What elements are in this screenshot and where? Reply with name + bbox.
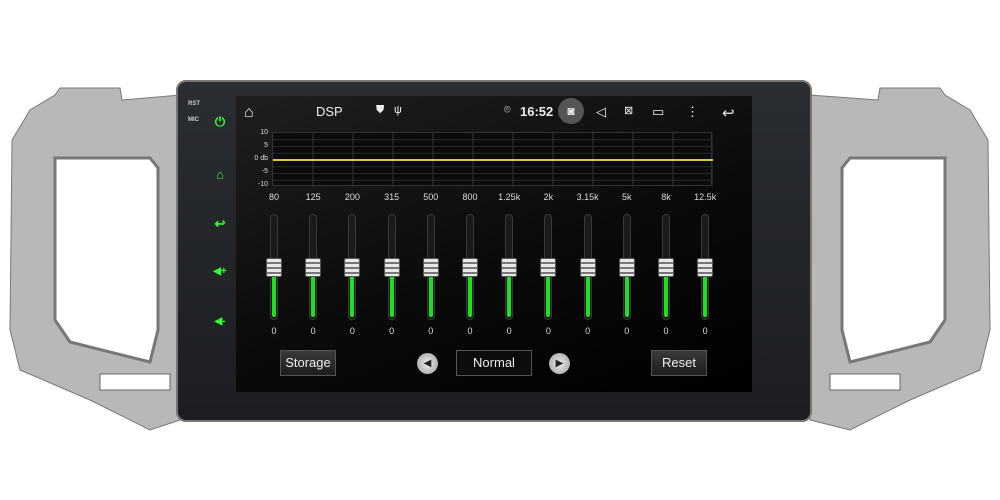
band-freq-label: 500	[423, 192, 439, 202]
slider-knob[interactable]	[658, 258, 674, 277]
band-value: 0	[310, 326, 316, 336]
slider-knob[interactable]	[618, 258, 635, 277]
band-freq-label: 1.25k	[498, 192, 521, 202]
prev-preset-button[interactable]: ◀	[417, 353, 438, 374]
volume-up-icon[interactable]: ◀+	[212, 264, 228, 280]
band-freq-label: 800	[462, 192, 478, 202]
screen-icon[interactable]: ⊠	[624, 104, 633, 117]
band-value: 0	[271, 326, 277, 336]
clock: 16:52	[520, 104, 554, 119]
band-freq-label: 125	[305, 192, 321, 202]
y-label: -10	[257, 181, 268, 188]
next-preset-button[interactable]: ▶	[549, 353, 570, 374]
slider-knob[interactable]	[579, 258, 596, 277]
slider-knob[interactable]	[540, 258, 557, 277]
band-freq-label: 12.5k	[694, 192, 717, 202]
camera-icon[interactable]: ◙	[558, 98, 584, 124]
volume-down-icon[interactable]: ◀-	[212, 314, 228, 330]
band-freq-label: 2k	[543, 192, 554, 202]
y-label: 0 db	[254, 155, 268, 162]
more-icon[interactable]: ⋮	[686, 104, 699, 120]
slider-knob[interactable]	[697, 258, 714, 277]
location-icon: ⌾	[504, 104, 511, 116]
recent-apps-icon[interactable]: ▭	[652, 104, 664, 120]
back-icon[interactable]: ↩	[722, 104, 735, 122]
home-hw-icon[interactable]: ⌂	[212, 167, 228, 183]
back-hw-icon[interactable]: ↩	[212, 216, 228, 232]
band-freq-label: 3.15k	[576, 192, 599, 202]
app-title: DSP	[316, 104, 343, 119]
slider-knob[interactable]	[344, 258, 361, 277]
band-freq-label: 5k	[622, 192, 632, 202]
band-value: 0	[624, 326, 630, 336]
preset-name: Normal	[456, 350, 532, 376]
eq-graph	[272, 132, 714, 187]
home-icon[interactable]: ⌂	[244, 104, 254, 122]
shield-icon: ⛊	[376, 104, 385, 116]
band-value: 0	[467, 326, 473, 336]
slider-knob[interactable]	[462, 258, 478, 277]
band-value: 0	[545, 326, 551, 336]
rst-label: RST	[188, 101, 200, 107]
band-value: 0	[663, 326, 669, 336]
usb-icon: ψ	[394, 104, 402, 116]
power-icon[interactable]: ⏻	[212, 114, 228, 130]
y-label: -5	[261, 168, 268, 175]
band-value: 0	[585, 326, 591, 336]
status-bar: ⌂ DSP ⛊ ψ ⌾ 16:52 ◙ ◁ ⊠ ▭ ⋮ ↩	[236, 96, 752, 128]
band-freq-label: 315	[384, 192, 400, 202]
band-value: 0	[349, 326, 355, 336]
y-label: 10	[260, 129, 268, 136]
band-value: 0	[389, 326, 395, 336]
band-freq-label: 8k	[661, 192, 671, 202]
reset-button[interactable]: Reset	[651, 350, 707, 376]
band-freq-label: 80	[268, 192, 279, 202]
slider-knob[interactable]	[266, 258, 282, 277]
band-value: 0	[428, 326, 434, 336]
mic-label: MIC	[188, 117, 199, 123]
volume-icon[interactable]: ◁	[596, 104, 606, 120]
slider-knob[interactable]	[501, 258, 518, 277]
band-freq-label: 200	[344, 192, 360, 202]
band-value: 0	[506, 326, 512, 336]
slider-knob[interactable]	[305, 258, 322, 277]
slider-knob[interactable]	[383, 258, 400, 277]
band-value: 0	[702, 326, 708, 336]
slider-knob[interactable]	[422, 258, 439, 277]
screen: ⌂ DSP ⛊ ψ ⌾ 16:52 ◙ ◁ ⊠ ▭ ⋮ ↩ 10 5 0 db …	[236, 96, 752, 392]
storage-button[interactable]: Storage	[280, 350, 336, 376]
y-label: 5	[264, 142, 268, 149]
